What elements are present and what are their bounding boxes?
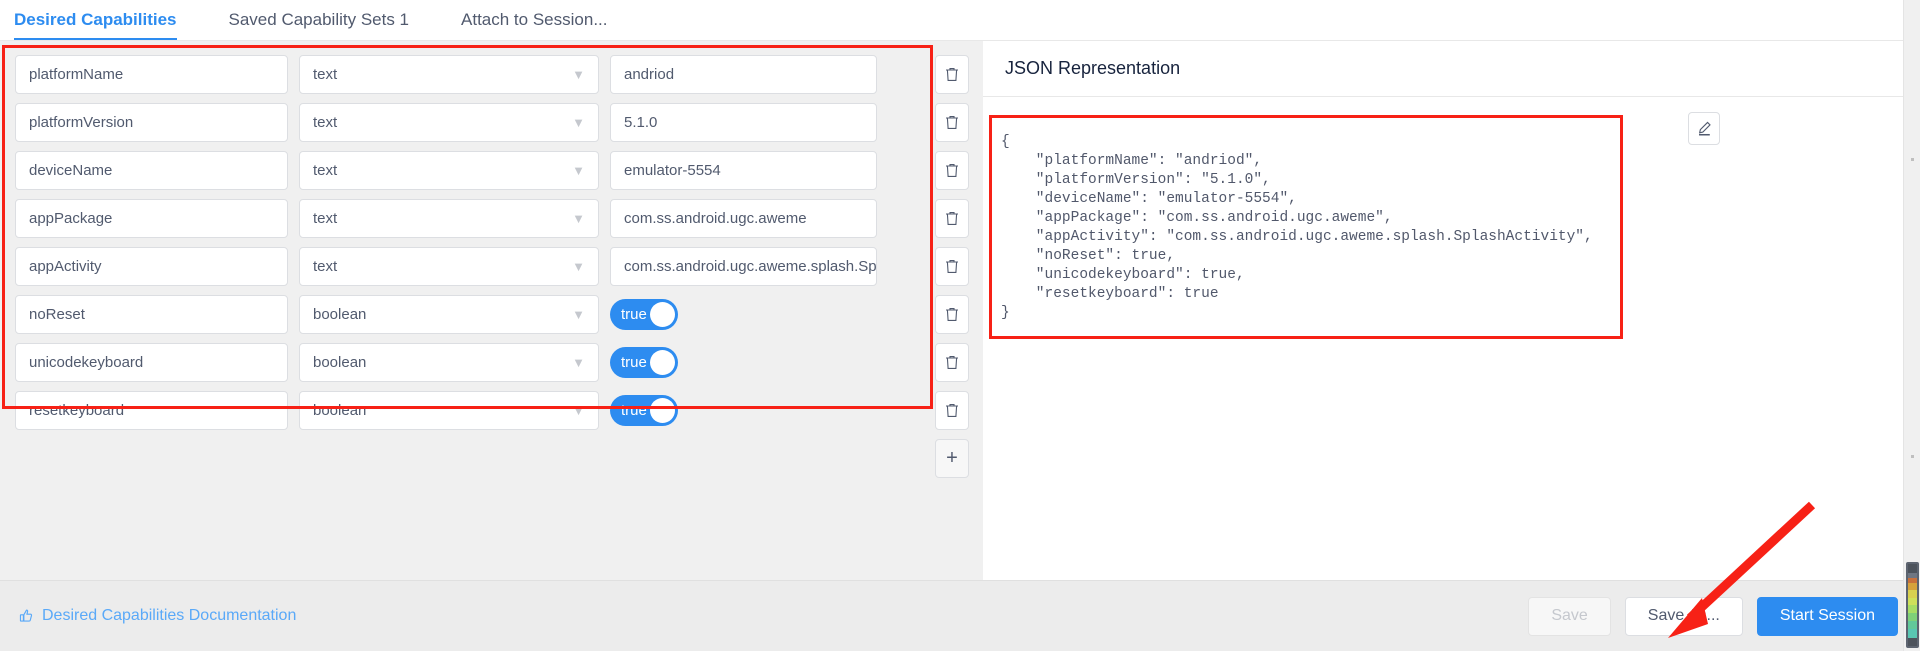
plus-icon: +: [946, 447, 958, 469]
capability-type-select[interactable]: boolean ▼: [299, 295, 599, 334]
table-row: deviceName text ▼ emulator-5554: [15, 151, 983, 190]
capability-value-input[interactable]: emulator-5554: [610, 151, 877, 190]
capability-type-value: boolean: [313, 354, 367, 371]
json-representation-pane: JSON Representation { "platformName": "a…: [983, 41, 1920, 580]
delete-row-button[interactable]: [935, 151, 969, 190]
table-row: noReset boolean ▼ true: [15, 295, 983, 334]
table-row: unicodekeyboard boolean ▼ true: [15, 343, 983, 382]
json-panel-title: JSON Representation: [983, 41, 1920, 97]
boolean-toggle[interactable]: true: [610, 395, 678, 426]
delete-row-button[interactable]: [935, 103, 969, 142]
footer-bar: Desired Capabilities Documentation Save …: [0, 580, 1920, 651]
thumbs-up-icon: [19, 609, 33, 622]
doc-link-label: Desired Capabilities Documentation: [42, 607, 297, 624]
tab-desired-capabilities[interactable]: Desired Capabilities: [14, 0, 197, 40]
delete-row-button[interactable]: [935, 55, 969, 94]
capabilities-pane: platformName text ▼ andriod platformVers…: [0, 41, 983, 580]
capability-type-value: text: [313, 258, 338, 275]
capability-type-select[interactable]: text ▼: [299, 199, 599, 238]
chevron-down-icon: ▼: [572, 67, 585, 82]
json-body: { "platformName": "andriod", "platformVe…: [983, 97, 1920, 580]
main-content: platformName text ▼ andriod platformVers…: [0, 41, 1920, 580]
capability-value-cell: true: [610, 299, 877, 330]
tab-label: Saved Capability Sets 1: [228, 10, 410, 29]
toggle-label: true: [621, 306, 647, 323]
capability-name-input[interactable]: platformName: [15, 55, 288, 94]
scrollbar-thumb[interactable]: [1906, 562, 1919, 648]
capability-value-input[interactable]: 5.1.0: [610, 103, 877, 142]
tab-saved-capability-sets[interactable]: Saved Capability Sets 1: [229, 0, 430, 40]
capability-type-select[interactable]: text ▼: [299, 103, 599, 142]
capability-type-value: boolean: [313, 306, 367, 323]
json-content: { "platformName": "andriod", "platformVe…: [1001, 134, 1593, 321]
toggle-knob: [650, 302, 675, 327]
save-as-button-label: Save As...: [1647, 607, 1720, 624]
scrollbar-tick-bottom: [1911, 455, 1914, 458]
delete-row-button[interactable]: [935, 391, 969, 430]
chevron-down-icon: ▼: [572, 307, 585, 322]
row-actions-column: +: [935, 55, 969, 478]
capability-value-cell: true: [610, 395, 877, 426]
save-button[interactable]: Save: [1528, 596, 1611, 636]
save-as-button[interactable]: Save As...: [1624, 596, 1743, 636]
capability-name-input[interactable]: appPackage: [15, 199, 288, 238]
capability-rows: platformName text ▼ andriod platformVers…: [0, 55, 983, 430]
capability-type-value: text: [313, 114, 338, 131]
boolean-toggle[interactable]: true: [610, 299, 678, 330]
capability-name-input[interactable]: platformVersion: [15, 103, 288, 142]
toggle-knob: [650, 398, 675, 423]
toggle-knob: [650, 350, 675, 375]
capability-value-input[interactable]: com.ss.android.ugc.aweme.splash.Sp: [610, 247, 877, 286]
json-title-label: JSON Representation: [1005, 58, 1181, 78]
delete-row-button[interactable]: [935, 343, 969, 382]
table-row: platformName text ▼ andriod: [15, 55, 983, 94]
capability-type-select[interactable]: boolean ▼: [299, 343, 599, 382]
tab-attach-to-session[interactable]: Attach to Session...: [461, 0, 627, 40]
capability-name-input[interactable]: deviceName: [15, 151, 288, 190]
chevron-down-icon: ▼: [572, 259, 585, 274]
table-row: platformVersion text ▼ 5.1.0: [15, 103, 983, 142]
chevron-down-icon: ▼: [572, 115, 585, 130]
tab-bar: Desired Capabilities Saved Capability Se…: [0, 0, 1920, 41]
capability-name-input[interactable]: unicodekeyboard: [15, 343, 288, 382]
toggle-label: true: [621, 354, 647, 371]
start-session-button-label: Start Session: [1779, 607, 1875, 624]
delete-row-button[interactable]: [935, 295, 969, 334]
tab-label: Desired Capabilities: [14, 10, 177, 29]
capability-type-select[interactable]: boolean ▼: [299, 391, 599, 430]
capability-type-value: text: [313, 210, 338, 227]
delete-row-button[interactable]: [935, 247, 969, 286]
capability-name-input[interactable]: appActivity: [15, 247, 288, 286]
save-button-label: Save: [1551, 607, 1588, 624]
chevron-down-icon: ▼: [572, 403, 585, 418]
table-row: appActivity text ▼ com.ss.android.ugc.aw…: [15, 247, 983, 286]
capability-type-select[interactable]: text ▼: [299, 247, 599, 286]
start-session-button[interactable]: Start Session: [1756, 596, 1898, 636]
table-row: resetkeyboard boolean ▼ true: [15, 391, 983, 430]
vertical-scrollbar[interactable]: [1903, 0, 1920, 651]
capability-type-select[interactable]: text ▼: [299, 55, 599, 94]
capability-value-cell: true: [610, 347, 877, 378]
chevron-down-icon: ▼: [572, 211, 585, 226]
capability-value-input[interactable]: andriod: [610, 55, 877, 94]
add-capability-button[interactable]: +: [935, 439, 969, 478]
chevron-down-icon: ▼: [572, 355, 585, 370]
toggle-label: true: [621, 402, 647, 419]
capability-type-value: boolean: [313, 402, 367, 419]
capability-type-value: text: [313, 66, 338, 83]
table-row: appPackage text ▼ com.ss.android.ugc.awe…: [15, 199, 983, 238]
tab-label: Attach to Session...: [461, 10, 608, 29]
scrollbar-tick-top: [1911, 158, 1914, 161]
footer-buttons: Save Save As... Start Session: [1514, 596, 1898, 636]
desired-capabilities-documentation-link[interactable]: Desired Capabilities Documentation: [18, 607, 296, 625]
capability-type-select[interactable]: text ▼: [299, 151, 599, 190]
edit-json-button[interactable]: [1688, 112, 1720, 145]
capability-type-value: text: [313, 162, 338, 179]
capability-name-input[interactable]: noReset: [15, 295, 288, 334]
boolean-toggle[interactable]: true: [610, 347, 678, 378]
delete-row-button[interactable]: [935, 199, 969, 238]
capability-name-input[interactable]: resetkeyboard: [15, 391, 288, 430]
chevron-down-icon: ▼: [572, 163, 585, 178]
capability-value-input[interactable]: com.ss.android.ugc.aweme: [610, 199, 877, 238]
